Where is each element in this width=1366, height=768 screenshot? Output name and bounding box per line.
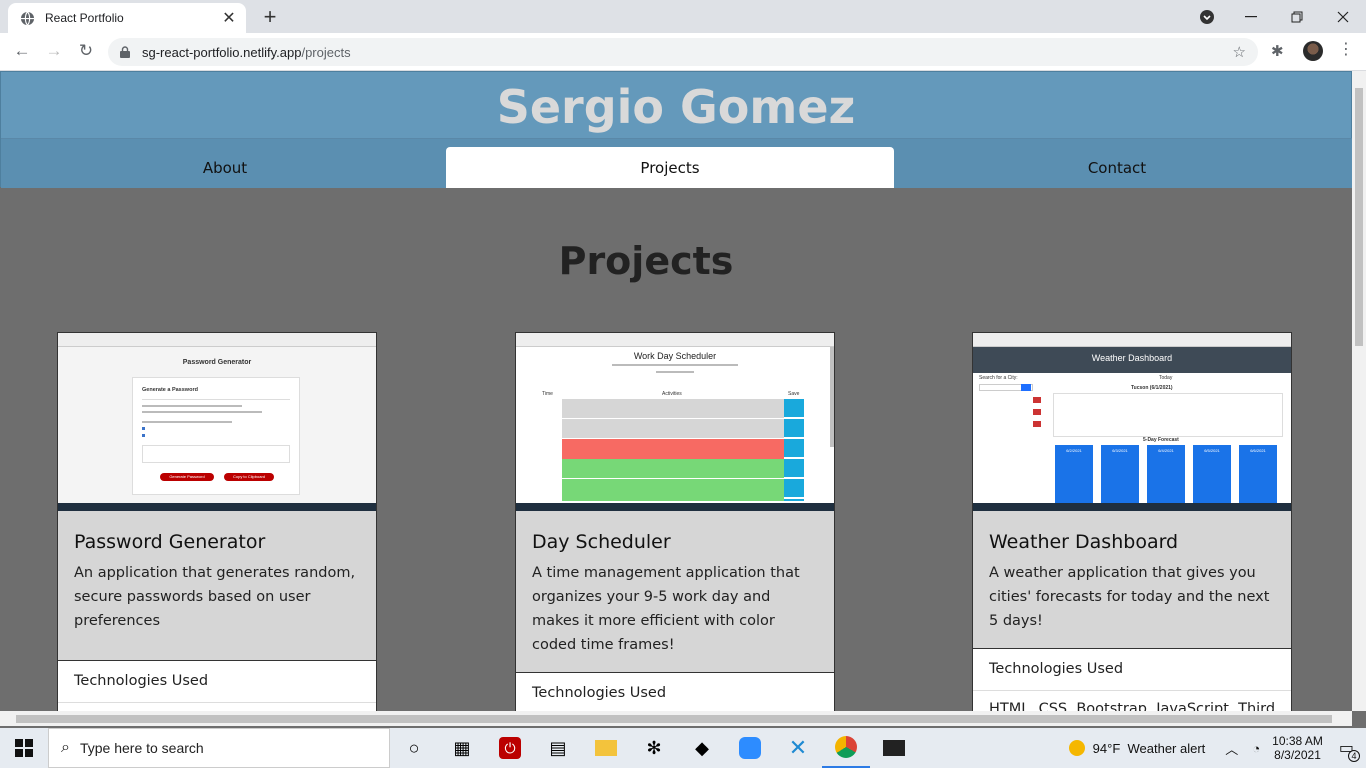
close-tab-icon[interactable]: ✕ bbox=[220, 8, 238, 28]
forward-button[interactable]: → bbox=[42, 41, 66, 63]
nav-projects[interactable]: Projects bbox=[446, 147, 894, 188]
project-screenshot[interactable]: Work Day Scheduler Time Activities Save bbox=[516, 333, 834, 511]
reload-button[interactable]: ↻ bbox=[74, 41, 98, 63]
shot-forecast-day: 6/2/2021 bbox=[1066, 448, 1082, 453]
task-view-icon[interactable]: ▦ bbox=[438, 728, 486, 768]
shot-subheading: Generate a Password bbox=[142, 387, 198, 393]
profile-avatar[interactable] bbox=[1303, 41, 1323, 61]
technologies-list bbox=[58, 702, 376, 711]
shot-heading: Work Day Scheduler bbox=[633, 351, 717, 361]
chrome-icon[interactable] bbox=[822, 728, 870, 768]
extensions-puzzle-icon[interactable]: ✱ bbox=[1271, 42, 1284, 60]
power-app-icon[interactable]: ⏻ bbox=[486, 728, 534, 768]
restore-button[interactable] bbox=[1274, 0, 1320, 33]
system-tray: 94°F Weather alert ︿ ◔ 10:38 AM 8/3/2021… bbox=[1068, 728, 1366, 768]
wifi-icon[interactable]: ◔ bbox=[1252, 741, 1260, 756]
taskbar-search-input[interactable]: ⌕ Type here to search bbox=[48, 728, 390, 768]
weather-widget[interactable]: 94°F Weather alert bbox=[1093, 741, 1206, 756]
shot-col-activities: Activities bbox=[662, 391, 682, 397]
shot-heading: Password Generator bbox=[182, 359, 252, 366]
technologies-used-label: Technologies Used bbox=[516, 672, 834, 711]
shot-col-time: Time bbox=[542, 391, 553, 397]
taskbar-search-placeholder: Type here to search bbox=[79, 740, 204, 756]
page-title: Projects bbox=[558, 239, 734, 283]
project-title: Password Generator bbox=[74, 531, 266, 553]
browser-toolbar: ← → ↻ sg-react-portfolio.netlify.app/pro… bbox=[0, 33, 1366, 71]
calculator-icon[interactable]: ▤ bbox=[534, 728, 582, 768]
horizontal-scroll-thumb[interactable] bbox=[16, 715, 1332, 723]
shot-forecast-day: 6/3/2021 bbox=[1112, 448, 1128, 453]
project-description: A time management application that organ… bbox=[532, 565, 800, 653]
notification-count: 4 bbox=[1348, 750, 1360, 762]
bookmark-star-icon[interactable]: ☆ bbox=[1233, 43, 1246, 61]
address-bar[interactable]: sg-react-portfolio.netlify.app/projects … bbox=[108, 38, 1258, 66]
search-icon: ⌕ bbox=[61, 739, 70, 756]
browser-tab[interactable]: React Portfolio ✕ bbox=[8, 3, 246, 33]
shot-forecast-day: 6/4/2021 bbox=[1158, 448, 1174, 453]
shot-forecast-day: 6/6/2021 bbox=[1250, 448, 1266, 453]
windows-taskbar: ⌕ Type here to search ○ ▦ ⏻ ▤ ✻ ◆ ✕ 94°F … bbox=[0, 728, 1366, 768]
shot-search-label: Search for a City: bbox=[979, 375, 1018, 381]
tab-title: React Portfolio bbox=[45, 11, 124, 25]
windows-start-icon[interactable] bbox=[0, 728, 48, 768]
shot-forecast-day: 6/5/2021 bbox=[1204, 448, 1220, 453]
new-tab-button[interactable]: + bbox=[258, 4, 282, 30]
slack-icon[interactable]: ✻ bbox=[630, 728, 678, 768]
url-text: sg-react-portfolio.netlify.app/projects bbox=[142, 44, 351, 60]
shot-heading: Weather Dashboard bbox=[1091, 353, 1173, 363]
technologies-used-label: Technologies Used bbox=[973, 648, 1291, 690]
shot-button-generate: Generate Password bbox=[160, 473, 214, 481]
shot-col-save: Save bbox=[788, 391, 800, 397]
back-button[interactable]: ← bbox=[10, 41, 34, 63]
project-title: Weather Dashboard bbox=[989, 531, 1179, 553]
notifications-icon[interactable]: ▭ 4 bbox=[1339, 738, 1360, 762]
project-screenshot[interactable]: Password Generator Generate a Password G… bbox=[58, 333, 376, 511]
file-explorer-icon[interactable] bbox=[582, 728, 630, 768]
minimize-button[interactable] bbox=[1228, 0, 1274, 33]
globe-icon bbox=[20, 11, 35, 25]
shot-button-copy: Copy to Clipboard bbox=[224, 473, 274, 481]
browser-tab-strip: React Portfolio ✕ + bbox=[0, 0, 1366, 33]
vertical-scroll-thumb[interactable] bbox=[1355, 88, 1363, 346]
nav-contact[interactable]: Contact bbox=[893, 147, 1341, 188]
terminal-icon[interactable] bbox=[870, 728, 918, 768]
site-header: Sergio Gomez About Projects Contact bbox=[0, 71, 1352, 188]
shot-today-label: Today bbox=[1159, 375, 1173, 381]
project-description: An application that generates random, se… bbox=[74, 565, 356, 629]
zoom-icon[interactable] bbox=[726, 728, 774, 768]
shot-forecast-label: 5-Day Forecast bbox=[1143, 437, 1179, 443]
project-card-weather-dashboard: Weather Dashboard Search for a City: Tod… bbox=[972, 332, 1292, 711]
page-viewport: Sergio Gomez About Projects Contact Proj… bbox=[0, 71, 1352, 711]
site-owner-name: Sergio Gomez bbox=[496, 80, 856, 134]
clock-time[interactable]: 10:38 AM bbox=[1272, 734, 1323, 748]
project-title: Day Scheduler bbox=[532, 531, 671, 553]
horizontal-scrollbar[interactable] bbox=[0, 711, 1352, 726]
project-description: A weather application that gives you cit… bbox=[989, 565, 1270, 629]
cortana-icon[interactable]: ○ bbox=[390, 728, 438, 768]
tab-search-icon[interactable] bbox=[1184, 0, 1230, 33]
lock-icon bbox=[120, 46, 130, 58]
chevron-up-icon[interactable]: ︿ bbox=[1225, 739, 1238, 758]
technologies-used-label: Technologies Used bbox=[58, 660, 376, 702]
project-screenshot[interactable]: Weather Dashboard Search for a City: Tod… bbox=[973, 333, 1291, 511]
project-card-password-generator: Password Generator Generate a Password G… bbox=[57, 332, 377, 711]
git-kraken-icon[interactable]: ◆ bbox=[678, 728, 726, 768]
shot-city-label: Tucson (6/1/2021) bbox=[1131, 385, 1173, 391]
vertical-scrollbar[interactable] bbox=[1352, 71, 1366, 711]
kebab-menu-icon[interactable]: ⋮ bbox=[1338, 39, 1354, 59]
weather-sun-icon bbox=[1068, 740, 1085, 756]
project-card-day-scheduler: Work Day Scheduler Time Activities Save … bbox=[515, 332, 835, 711]
nav-about[interactable]: About bbox=[1, 147, 449, 188]
vscode-icon[interactable]: ✕ bbox=[774, 728, 822, 768]
technologies-list: HTML, CSS, Bootstrap, JavaScript, Third bbox=[973, 690, 1291, 711]
site-nav: About Projects Contact bbox=[1, 138, 1352, 188]
close-window-button[interactable] bbox=[1320, 0, 1366, 33]
clock-date[interactable]: 8/3/2021 bbox=[1274, 748, 1321, 762]
